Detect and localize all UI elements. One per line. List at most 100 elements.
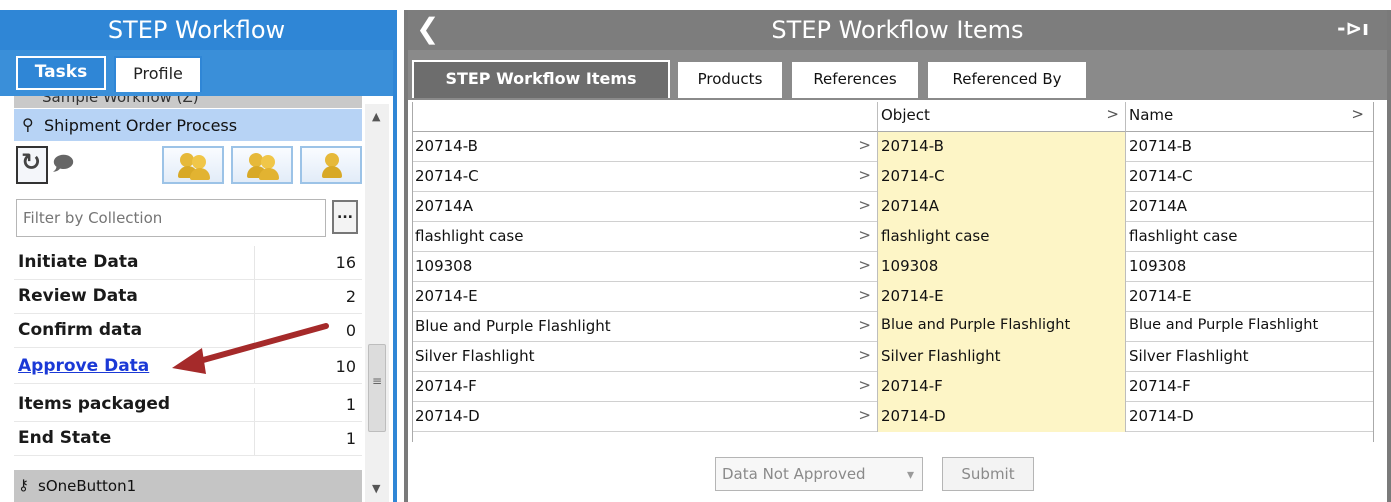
- state-count: 1: [345, 395, 356, 414]
- column-header-label: Name: [1129, 106, 1174, 124]
- table-row[interactable]: 20714-F > 20714-F 20714-F: [412, 372, 1374, 402]
- chevron-right-icon: >: [858, 376, 871, 394]
- filter-input[interactable]: [17, 200, 325, 236]
- cell-object: 20714-F: [881, 377, 943, 395]
- table-row[interactable]: 20714A > 20714A 20714A: [412, 192, 1374, 222]
- chevron-right-icon: >: [858, 166, 871, 184]
- filter-browse-button[interactable]: ...: [332, 200, 358, 234]
- tab-step-workflow-items[interactable]: STEP Workflow Items: [412, 60, 670, 98]
- back-icon[interactable]: ❮: [416, 12, 439, 45]
- chevron-right-icon: >: [858, 226, 871, 244]
- group-icon: [178, 153, 210, 180]
- cell-name: Blue and Purple Flashlight: [1129, 317, 1319, 333]
- cell-item: 109308: [415, 257, 473, 275]
- cell-name: 109308: [1129, 257, 1187, 275]
- cell-object: Blue and Purple Flashlight: [881, 317, 1071, 333]
- cell-item: 20714-B: [415, 137, 478, 155]
- action-bar: Data Not Approved ▾ Submit: [412, 442, 1374, 498]
- cell-name: 20714A: [1129, 197, 1187, 215]
- workflow-item-label: Shipment Order Process: [44, 116, 238, 135]
- tab-profile[interactable]: Profile: [114, 56, 202, 92]
- scroll-up-icon[interactable]: ▲: [372, 110, 380, 123]
- cell-name: 20714-F: [1129, 377, 1191, 395]
- chevron-right-icon: >: [858, 196, 871, 214]
- comment-icon[interactable]: 🗩: [52, 149, 74, 183]
- column-header-name[interactable]: Name >: [1126, 102, 1374, 132]
- panel-title: STEP Workflow Items: [404, 10, 1391, 50]
- cell-object: 20714-B: [881, 137, 944, 155]
- workflow-item[interactable]: Sample Workflow (Z): [14, 96, 362, 108]
- cell-name: 20714-C: [1129, 167, 1193, 185]
- chevron-right-icon: >: [1351, 105, 1364, 123]
- workflow-item-selected[interactable]: ⚲ Shipment Order Process: [14, 109, 362, 141]
- table-row[interactable]: 20714-B > 20714-B 20714-B: [412, 132, 1374, 162]
- submit-button[interactable]: Submit: [942, 457, 1034, 491]
- cell-object: flashlight case: [881, 227, 990, 245]
- state-link[interactable]: Approve Data: [18, 356, 149, 376]
- chevron-right-icon: >: [1106, 105, 1119, 123]
- workflow-panel: STEP Workflow Tasks Profile Sample Workf…: [0, 0, 397, 502]
- cell-object: 20714-D: [881, 407, 946, 425]
- workflow-item-label: Sample Workflow (Z): [42, 96, 199, 106]
- tab-tasks[interactable]: Tasks: [16, 56, 106, 90]
- state-count: 16: [335, 253, 356, 272]
- cell-item: 20714-C: [415, 167, 479, 185]
- state-row-review-data[interactable]: Review Data 2: [14, 280, 362, 314]
- group-icon: [247, 153, 279, 180]
- cell-object: Silver Flashlight: [881, 347, 1001, 365]
- user-button[interactable]: [300, 146, 362, 184]
- cell-name: 20714-D: [1129, 407, 1194, 425]
- state-count: 1: [345, 429, 356, 448]
- table-row[interactable]: 20714-D > 20714-D 20714-D: [412, 402, 1374, 432]
- all-users-button[interactable]: [162, 146, 224, 184]
- workflow-item[interactable]: ⚷ sOneButton1: [14, 470, 362, 502]
- state-name: Items packaged: [18, 394, 171, 414]
- tab-products[interactable]: Products: [676, 60, 784, 98]
- tab-referenced-by[interactable]: Referenced By: [926, 60, 1088, 98]
- dropdown-icon: ▾: [906, 467, 914, 483]
- cell-item: 20714A: [415, 197, 473, 215]
- column-header[interactable]: [412, 102, 878, 132]
- table-row[interactable]: 20714-E > 20714-E 20714-E: [412, 282, 1374, 312]
- scrollbar-thumb[interactable]: ≡: [368, 344, 386, 432]
- cell-item: Blue and Purple Flashlight: [415, 317, 611, 335]
- table-row[interactable]: 109308 > 109308 109308: [412, 252, 1374, 282]
- column-header-label: Object: [881, 106, 930, 124]
- table-row[interactable]: Silver Flashlight > Silver Flashlight Sil…: [412, 342, 1374, 372]
- tab-references[interactable]: References: [790, 60, 920, 98]
- table-row[interactable]: Blue and Purple Flashlight > Blue and Pur…: [412, 312, 1374, 342]
- cell-object: 20714-E: [881, 287, 944, 305]
- state-count: 10: [335, 357, 356, 376]
- scroll-down-icon[interactable]: ▼: [372, 482, 380, 495]
- panel-border: [393, 10, 397, 502]
- chevron-right-icon: >: [858, 286, 871, 304]
- user-icon: [316, 153, 348, 179]
- workflow-items-panel: STEP Workflow Items ❮ -⊳ı STEP Workflow …: [404, 10, 1391, 502]
- state-row-approve-data[interactable]: Approve Data 10: [14, 350, 362, 384]
- group-button[interactable]: [231, 146, 293, 184]
- cell-name: 20714-B: [1129, 137, 1192, 155]
- table-row[interactable]: flashlight case > flashlight case flashli…: [412, 222, 1374, 252]
- scrollbar[interactable]: ▲ ≡ ▼: [365, 104, 389, 502]
- status-select[interactable]: Data Not Approved ▾: [715, 457, 923, 491]
- state-count: 2: [345, 287, 356, 306]
- cell-name: 20714-E: [1129, 287, 1192, 305]
- state-row-items-packaged[interactable]: Items packaged 1: [14, 388, 362, 422]
- chevron-right-icon: >: [858, 346, 871, 364]
- refresh-button[interactable]: ↻: [16, 146, 48, 184]
- cell-item: 20714-F: [415, 377, 477, 395]
- chevron-right-icon: >: [858, 406, 871, 424]
- cell-name: flashlight case: [1129, 227, 1238, 245]
- state-row-initiate-data[interactable]: Initiate Data 16: [14, 246, 362, 280]
- column-header-object[interactable]: Object >: [878, 102, 1126, 132]
- state-row-end-state[interactable]: End State 1: [14, 422, 362, 456]
- cell-object: 20714A: [881, 197, 939, 215]
- filter-field[interactable]: [16, 199, 326, 237]
- state-count: 0: [345, 321, 356, 340]
- table-row[interactable]: 20714-C > 20714-C 20714-C: [412, 162, 1374, 192]
- cell-item: flashlight case: [415, 227, 524, 245]
- state-row-confirm-data[interactable]: Confirm data 0: [14, 314, 362, 348]
- unpin-icon[interactable]: -⊳ı: [1337, 16, 1369, 40]
- panel-title: STEP Workflow: [0, 10, 393, 50]
- refresh-icon: ↻: [21, 148, 42, 176]
